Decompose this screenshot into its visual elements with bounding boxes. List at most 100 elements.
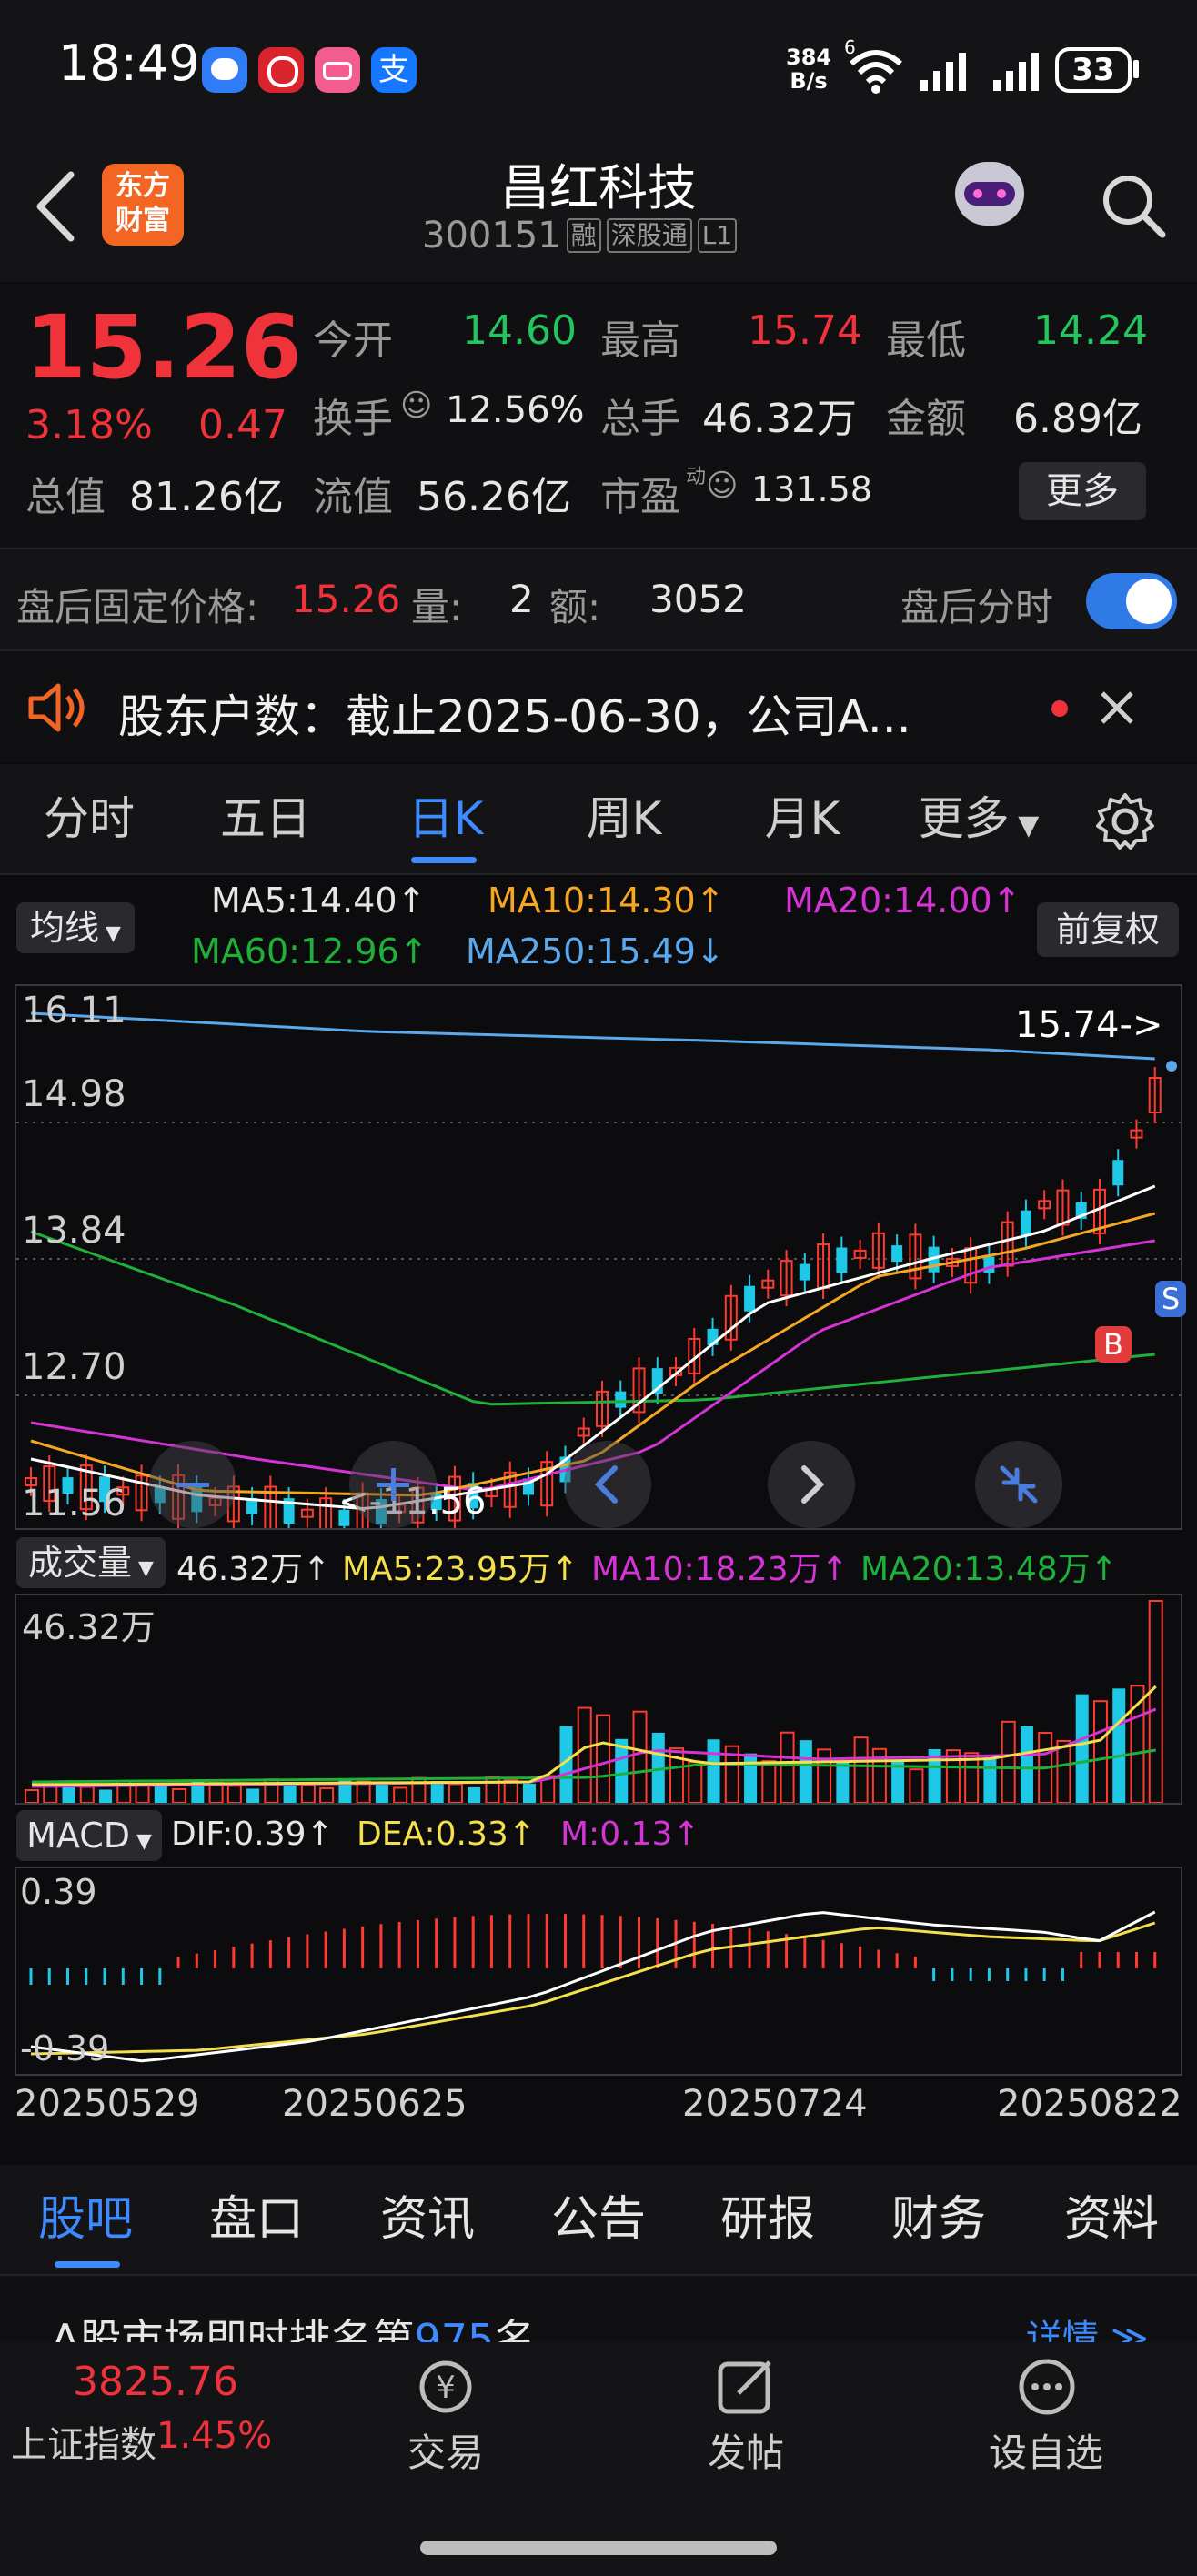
volume-ma5-label: MA5:23.95万↑	[342, 1551, 578, 1588]
tab-more[interactable]: 更多 ▼	[902, 764, 1055, 873]
tab-weekly-k[interactable]: 周K	[548, 764, 700, 873]
battery-level: 33	[1071, 52, 1115, 88]
indicator-select-macd[interactable]: MACD ▼	[16, 1810, 162, 1861]
pe-type: 动	[686, 466, 707, 488]
add-watchlist-label: 设自选	[988, 2430, 1103, 2475]
collapse-button[interactable]	[975, 1441, 1062, 1528]
tag-level: L1	[697, 218, 738, 253]
candle-body	[836, 1247, 848, 1273]
more-button[interactable]: 更多	[1019, 462, 1146, 520]
ranking-suffix: 名	[494, 2315, 537, 2343]
tab-financials[interactable]: 财务	[868, 2165, 1010, 2274]
volume-bar	[300, 1784, 316, 1803]
high-value: 15.74	[748, 307, 862, 354]
tab-research[interactable]: 研报	[697, 2165, 839, 2274]
bilibili-app-icon	[315, 47, 360, 93]
scroll-right-button[interactable]	[768, 1441, 855, 1528]
macd-dea-line	[30, 1921, 1156, 2056]
x-date-2: 20250625	[282, 2083, 468, 2125]
macd-select-label: MACD	[26, 1816, 130, 1856]
volume-chart[interactable]: 46.32万	[15, 1594, 1182, 1805]
robot-assistant-icon[interactable]	[946, 155, 1033, 242]
volume-bar	[707, 1739, 720, 1803]
ranking-row[interactable]: A股市场即时排名第975名 详情 ≫	[0, 2276, 1197, 2343]
speaker-icon	[28, 683, 85, 732]
stock-code: 300151	[422, 215, 561, 257]
after-hours-toggle-label: 盘后分时	[900, 585, 1054, 629]
index-change: 1.45%	[156, 2415, 273, 2457]
stock-code-row: 300151 融 深股通 L1	[422, 211, 738, 260]
macd-dif-label: DIF:0.39↑	[171, 1816, 334, 1853]
change-amt: 0.47	[198, 402, 287, 448]
pe-info-icon[interactable]: ☺	[706, 468, 738, 504]
volume-bar	[503, 1779, 518, 1803]
candle-body	[983, 1256, 995, 1273]
close-icon[interactable]	[1099, 689, 1135, 726]
volume-bar	[1075, 1694, 1089, 1803]
indicator-select-volume[interactable]: 成交量 ▼	[16, 1537, 166, 1588]
volume-bar	[393, 1786, 408, 1803]
volume-bar	[983, 1757, 997, 1803]
macd-chart[interactable]: 0.39 -0.39	[15, 1867, 1182, 2076]
volume-bar	[468, 1786, 481, 1803]
candle-body	[1112, 1160, 1124, 1186]
sell-marker[interactable]: S	[1155, 1281, 1186, 1317]
zoom-in-button[interactable]	[349, 1441, 437, 1528]
x-date-3: 20250724	[682, 2083, 868, 2125]
volume-bar	[761, 1760, 777, 1803]
candle-body	[891, 1245, 903, 1263]
open-label: 今开	[313, 317, 393, 364]
index-value[interactable]: 3825.76	[73, 2359, 238, 2405]
amount-value: 6.89亿	[1013, 396, 1142, 442]
x-date-4: 20250822	[997, 2083, 1182, 2125]
tab-five-day[interactable]: 五日	[189, 764, 342, 873]
tab-order-book[interactable]: 盘口	[186, 2165, 327, 2274]
zoom-out-button[interactable]	[149, 1441, 236, 1528]
divider	[0, 873, 1197, 875]
volume-bar	[1148, 1600, 1163, 1803]
volume-bar	[909, 1768, 924, 1803]
after-hours-toggle[interactable]	[1086, 573, 1177, 629]
ranking-detail-link[interactable]: 详情 ≫	[1026, 2309, 1149, 2343]
ma60-label: MA60:12.96↑	[191, 931, 428, 971]
volume-bar	[577, 1706, 592, 1803]
tab-profile[interactable]: 资料	[1041, 2165, 1182, 2274]
add-watchlist-button[interactable]: 设自选	[973, 2342, 1119, 2479]
tab-news[interactable]: 资讯	[357, 2165, 498, 2274]
volume-bar	[79, 1786, 95, 1803]
pe-label: 市盈	[600, 474, 680, 520]
macd-canvas	[29, 1910, 1157, 2063]
post-button[interactable]: 发帖	[682, 2342, 810, 2479]
after-hours-vol-label: 量:	[411, 585, 463, 629]
tab-forum[interactable]: 股吧	[15, 2165, 156, 2274]
high-marker: 15.74->	[1015, 1004, 1163, 1046]
change-pct: 3.18%	[25, 402, 153, 448]
network-speed: 384 B/s	[786, 45, 832, 94]
tab-monthly-k[interactable]: 月K	[726, 764, 879, 873]
turnover-info-icon[interactable]: ☺	[400, 387, 432, 424]
volume-ma10-label: MA10:18.23万↑	[591, 1551, 849, 1588]
settings-gear-icon[interactable]	[1095, 791, 1155, 851]
volume-ma20-label: MA20:13.48万↑	[860, 1551, 1118, 1588]
edit-icon	[718, 2360, 771, 2414]
tab-announcements[interactable]: 公告	[528, 2165, 669, 2274]
kline-chart[interactable]: 16.11 14.98 13.84 12.70 11.56 15.74-> <-…	[15, 984, 1186, 1530]
y-label-4: 12.70	[22, 1346, 126, 1388]
x-date-1: 20250529	[15, 2083, 200, 2125]
caret-down-icon: ▼	[130, 1830, 152, 1853]
buy-marker[interactable]: B	[1095, 1326, 1132, 1363]
index-name[interactable]: 上证指数	[11, 2415, 156, 2468]
search-icon[interactable]	[1099, 171, 1168, 240]
amount-label: 金额	[886, 396, 966, 442]
ma10-label: MA10:14.30↑	[488, 880, 725, 921]
indicator-select-ma[interactable]: 均线 ▼	[16, 902, 135, 953]
volume-bar	[172, 1787, 187, 1803]
trade-button[interactable]: ¥ 交易	[382, 2342, 509, 2479]
notice-bar[interactable]: 股东户数：截止2025-06-30，公司A...	[0, 651, 1197, 762]
candle-body	[615, 1391, 627, 1408]
ma250-label: MA250:15.49↓	[466, 931, 725, 971]
scroll-left-button[interactable]	[564, 1441, 651, 1528]
price-adjust-button[interactable]: 前复权	[1037, 902, 1179, 957]
tab-intraday[interactable]: 分时	[13, 764, 166, 873]
stock-header: 东方 财富 昌红科技 300151 融 深股通 L1	[0, 136, 1197, 282]
